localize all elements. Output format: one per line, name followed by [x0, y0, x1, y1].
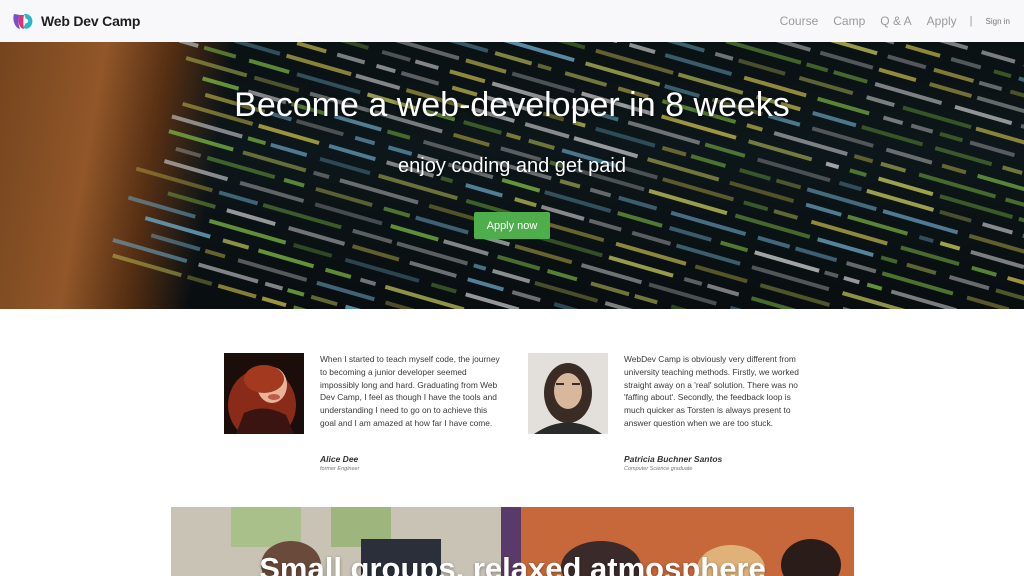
brand-name: Web Dev Camp: [41, 13, 141, 29]
hero-subtitle: enjoy coding and get paid: [398, 155, 626, 177]
main-nav: Course Camp Q & A Apply | Sign in: [765, 0, 1010, 42]
brand-link[interactable]: Web Dev Camp: [11, 10, 140, 32]
top-navbar: Web Dev Camp Course Camp Q & A Apply | S…: [0, 0, 1024, 43]
testimonial-author: Alice Dee: [320, 454, 359, 464]
testimonial-text: WebDev Camp is obviously very different …: [624, 354, 799, 428]
testimonial-author: Patricia Buchner Santos: [624, 454, 723, 464]
nav-item-apply[interactable]: Apply: [927, 14, 957, 28]
nav-item-course[interactable]: Course: [780, 14, 819, 28]
brand-logo-icon: [13, 13, 33, 29]
hero-title: Become a web-developer in 8 weeks: [234, 86, 790, 124]
testimonial-text: When I started to teach myself code, the…: [320, 354, 500, 428]
small-groups-banner: Small groups, relaxed atmosphere: [171, 507, 854, 576]
testimonial-photo: [528, 353, 608, 434]
testimonial-photo: [224, 353, 304, 434]
hero-section: Become a web-developer in 8 weeks enjoy …: [0, 42, 1024, 309]
testimonial-role: Computer Science graduate: [624, 466, 693, 472]
nav-item-qa[interactable]: Q & A: [880, 14, 911, 28]
nav-item-camp[interactable]: Camp: [833, 14, 865, 28]
nav-separator: |: [969, 15, 973, 27]
banner-title: Small groups, relaxed atmosphere: [259, 551, 766, 576]
testimonial-role: former Engineer: [320, 466, 360, 472]
signin-link[interactable]: Sign in: [986, 17, 1010, 26]
apply-now-button[interactable]: Apply now: [474, 212, 550, 239]
